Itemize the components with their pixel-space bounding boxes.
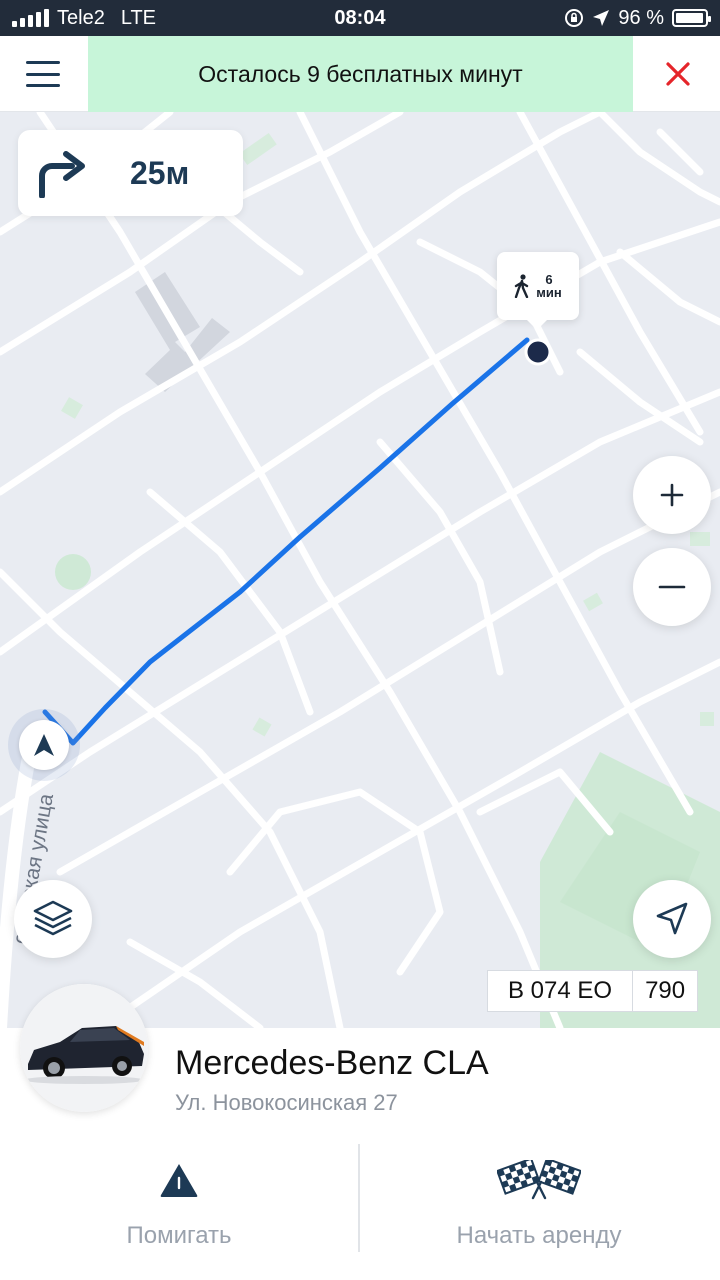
start-rental-button[interactable]: Начать аренду	[360, 1140, 718, 1252]
location-arrow-icon	[656, 902, 688, 935]
status-bar: Tele2 LTE 08:04 96 %	[0, 0, 720, 36]
map-background	[0, 112, 720, 1028]
map-layers-button[interactable]	[14, 880, 92, 958]
car-address: Ул. Новокосинская 27	[175, 1090, 398, 1115]
navigation-arrow-icon	[34, 734, 54, 756]
plate-number: В 074 ЕО	[488, 971, 634, 1011]
close-icon	[666, 62, 690, 86]
top-header: Осталось 9 бесплатных минут	[0, 36, 720, 112]
blink-label: Помигать	[126, 1222, 232, 1249]
location-arrow-icon	[593, 10, 610, 26]
walk-unit: мин	[536, 285, 562, 300]
start-rental-label: Начать аренду	[456, 1222, 622, 1249]
warning-triangle-icon	[160, 1164, 198, 1197]
network-type: LTE	[120, 6, 157, 29]
blink-button[interactable]: Помигать	[0, 1140, 358, 1252]
car-actions: Помигать Начать аренду	[0, 1140, 720, 1280]
map-view[interactable]: 25м 6 мин осинская улица В 074 ЕО 790	[0, 112, 720, 1028]
carrier-name: Tele2	[57, 6, 105, 29]
battery-icon	[672, 9, 711, 27]
license-plate: В 074 ЕО 790	[487, 970, 699, 1012]
hamburger-icon-line	[26, 72, 60, 76]
my-location-button[interactable]	[633, 880, 711, 958]
plus-icon	[660, 483, 684, 507]
zoom-in-button[interactable]	[633, 456, 711, 534]
checkered-flags-icon	[497, 1160, 581, 1200]
hamburger-icon-line	[26, 61, 60, 64]
turn-right-icon	[39, 151, 85, 198]
minus-icon	[658, 585, 686, 589]
signal-icon	[12, 9, 49, 27]
car-name: Mercedes-Benz CLA	[175, 1044, 489, 1082]
plate-region: 790	[645, 977, 686, 1004]
rotation-lock-icon	[565, 9, 584, 27]
banner-text: Осталось 9 бесплатных минут	[198, 60, 523, 87]
battery-percent: 96 %	[618, 6, 664, 29]
car-image	[20, 984, 148, 1112]
car-photo	[20, 984, 148, 1112]
hamburger-icon-line	[26, 84, 60, 87]
destination-marker	[524, 338, 552, 366]
close-button[interactable]	[654, 50, 702, 98]
turn-distance: 25м	[130, 155, 190, 191]
turn-instruction-card: 25м	[18, 130, 243, 216]
layers-icon	[33, 900, 73, 936]
walk-time-bubble: 6 мин	[497, 252, 579, 330]
free-minutes-banner: Осталось 9 бесплатных минут	[88, 36, 633, 112]
app-screen: Tele2 LTE 08:04 96 % Осталось 9 бесплатн…	[0, 0, 720, 1280]
zoom-out-button[interactable]	[633, 548, 711, 626]
walking-person-icon	[515, 274, 529, 298]
menu-button[interactable]	[20, 56, 66, 92]
